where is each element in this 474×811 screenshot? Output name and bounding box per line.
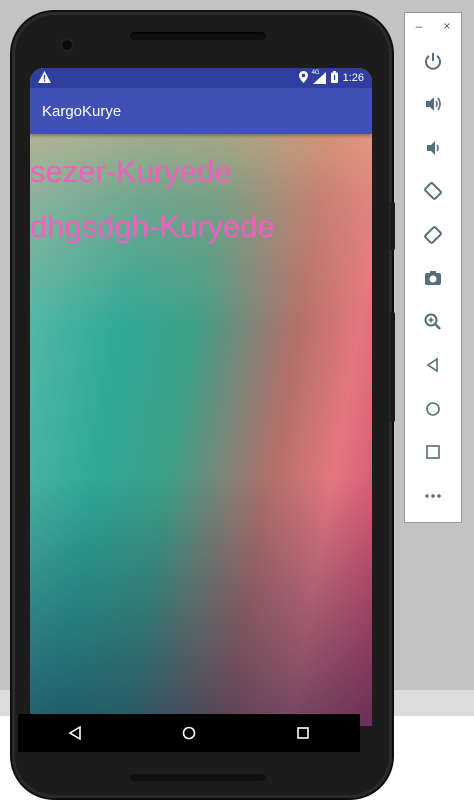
status-bar: 4G 1:26 (30, 68, 372, 88)
emulator-toolbar: – × (404, 12, 462, 523)
list-item[interactable]: sezer-Kuryede (30, 144, 372, 199)
network-signal: 4G (311, 70, 326, 84)
phone-frame: 4G 1:26 KargoKurye sezer-Kuryede dhgsdgh… (12, 12, 395, 798)
rotate-right-icon (424, 225, 442, 244)
courier-list: sezer-Kuryede dhgsdgh-Kuryede (30, 144, 372, 254)
screenshot-tool-button[interactable] (405, 257, 461, 301)
volume-up-tool-button[interactable] (405, 83, 461, 127)
recents-icon (297, 727, 309, 739)
bottom-speaker (130, 774, 266, 781)
home-tool-button[interactable] (405, 387, 461, 431)
home-icon (182, 726, 196, 740)
network-type-label: 4G (311, 70, 320, 76)
location-icon (298, 70, 308, 86)
app-bar: KargoKurye (30, 88, 372, 134)
camera-icon (425, 271, 441, 286)
volume-down-icon (427, 140, 439, 155)
zoom-tool-button[interactable] (405, 300, 461, 344)
volume-down-tool-button[interactable] (405, 126, 461, 170)
rotate-left-tool-button[interactable] (405, 170, 461, 214)
power-button (390, 202, 395, 250)
volume-up-icon (426, 97, 441, 112)
back-tool-button[interactable] (405, 344, 461, 388)
toolbar-window-controls: – × (405, 13, 461, 39)
close-button[interactable]: × (443, 19, 450, 33)
nav-home-button[interactable] (169, 718, 209, 748)
minimize-button[interactable]: – (416, 19, 423, 33)
app-title: KargoKurye (42, 102, 122, 120)
more-tool-button[interactable] (405, 474, 461, 518)
more-icon (425, 494, 441, 498)
list-item[interactable]: dhgsdgh-Kuryede (30, 199, 372, 254)
volume-rocker (390, 312, 395, 422)
top-speaker (130, 32, 266, 40)
back-icon (426, 357, 438, 373)
front-camera (62, 40, 72, 50)
navigation-bar (18, 714, 360, 752)
home-icon (426, 401, 440, 416)
power-icon (425, 52, 441, 70)
rotate-left-icon (424, 182, 442, 201)
warning-icon (38, 70, 51, 86)
status-time: 1:26 (342, 72, 364, 84)
back-icon (68, 726, 81, 740)
nav-back-button[interactable] (55, 718, 95, 748)
power-tool-button[interactable] (405, 39, 461, 83)
nav-recents-button[interactable] (283, 718, 323, 748)
overview-tool-button[interactable] (405, 431, 461, 475)
zoom-icon (424, 313, 441, 330)
device-screen[interactable]: 4G 1:26 KargoKurye sezer-Kuryede dhgsdgh… (30, 68, 372, 726)
rotate-right-tool-button[interactable] (405, 213, 461, 257)
battery-icon (330, 70, 338, 86)
overview-icon (426, 445, 440, 460)
